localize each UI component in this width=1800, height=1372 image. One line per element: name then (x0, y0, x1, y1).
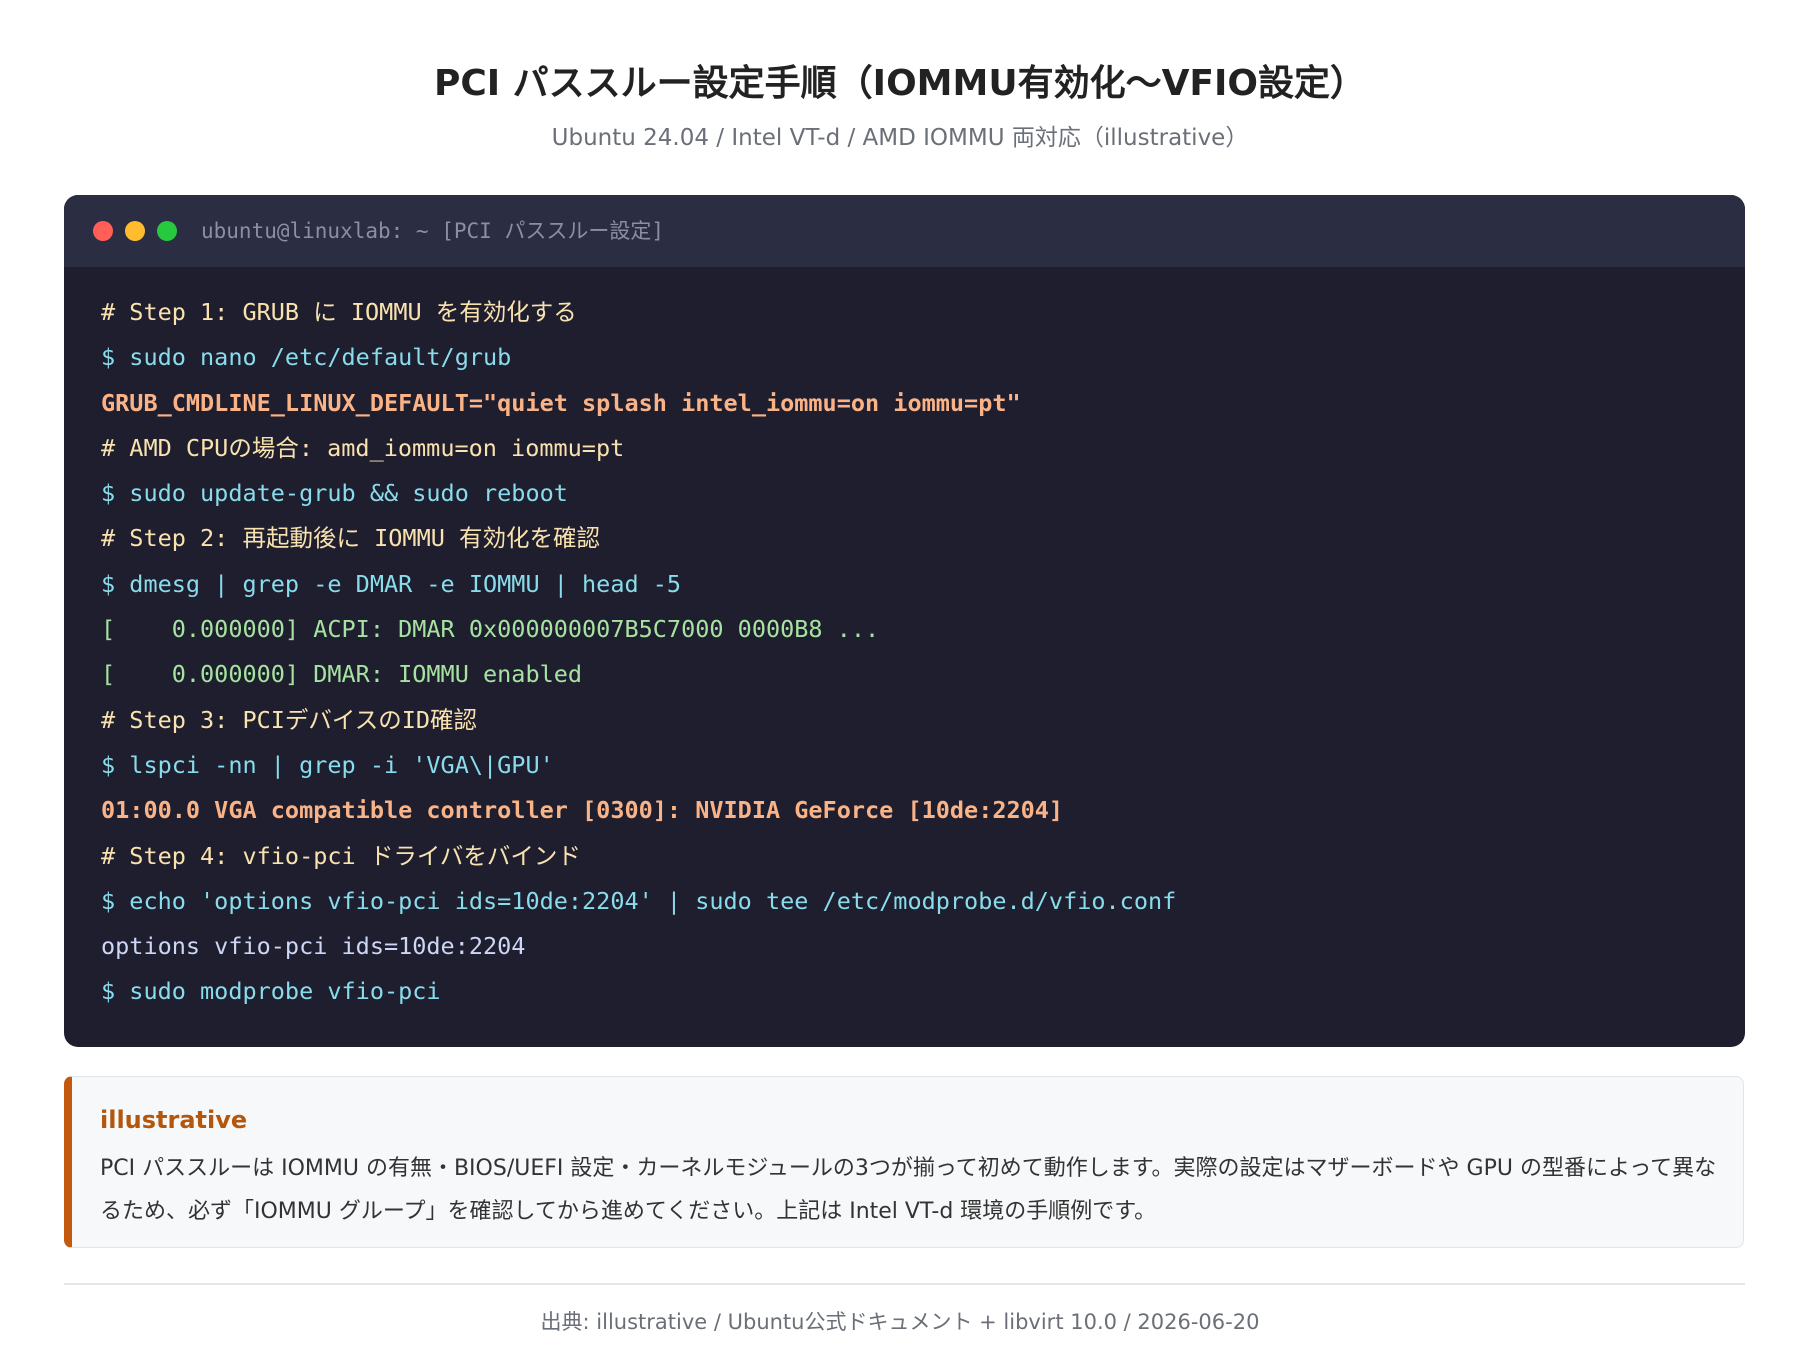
terminal-line: # AMD CPUの場合: amd_iommu=on iommu=pt (101, 433, 625, 462)
page-subtitle: Ubuntu 24.04 / Intel VT-d / AMD IOMMU 両対… (551, 125, 1249, 151)
note-box: illustrative PCI パススルーは IOMMU の有無・BIOS/U… (64, 1076, 1744, 1248)
terminal-line: # Step 1: GRUB に IOMMU を有効化する (101, 298, 577, 326)
terminal-title: ubuntu@linuxlab: ~ [PCI パススルー設定] (201, 219, 665, 243)
close-dot-icon[interactable] (93, 221, 113, 241)
page-title: PCI パススルー設定手順（IOMMU有効化〜VFIO設定） (433, 63, 1367, 104)
terminal-line: $ sudo modprobe vfio-pci (101, 977, 441, 1006)
terminal-line: $ sudo nano /etc/default/grub (101, 343, 512, 372)
maximize-dot-icon[interactable] (157, 221, 177, 241)
terminal-line: [ 0.000000] ACPI: DMAR 0x000000007B5C700… (101, 615, 880, 644)
terminal-line: options vfio-pci ids=10de:2204 (101, 932, 526, 961)
note-label: illustrative (100, 1106, 248, 1134)
terminal-line: $ dmesg | grep -e DMAR -e IOMMU | head -… (101, 569, 682, 598)
terminal-line: $ sudo update-grub && sudo reboot (101, 479, 568, 508)
footer-source: 出典: illustrative / Ubuntu公式ドキュメント + libv… (540, 1310, 1260, 1334)
terminal-line: $ lspci -nn | grep -i 'VGA\|GPU' (101, 750, 554, 779)
terminal-body[interactable]: # Step 1: GRUB に IOMMU を有効化する $ sudo nan… (101, 290, 1725, 1015)
terminal-titlebar: ubuntu@linuxlab: ~ [PCI パススルー設定] (64, 195, 1745, 267)
terminal-window: ubuntu@linuxlab: ~ [PCI パススルー設定] # Step … (64, 195, 1745, 1047)
terminal-line: $ echo 'options vfio-pci ids=10de:2204' … (101, 886, 1177, 915)
minimize-dot-icon[interactable] (125, 221, 145, 241)
terminal-line: # Step 4: vfio-pci ドライバをバインド (101, 841, 581, 870)
terminal-line: GRUB_CMDLINE_LINUX_DEFAULT="quiet splash… (101, 388, 1021, 417)
footer-divider (64, 1283, 1745, 1285)
terminal-line: # Step 3: PCIデバイスのID確認 (101, 705, 478, 734)
terminal-line: [ 0.000000] DMAR: IOMMU enabled (101, 660, 583, 689)
note-text: PCI パススルーは IOMMU の有無・BIOS/UEFI 設定・カーネルモジ… (100, 1156, 1717, 1224)
terminal-line: 01:00.0 VGA compatible controller [0300]… (101, 796, 1064, 825)
terminal-line: # Step 2: 再起動後に IOMMU 有効化を確認 (101, 524, 601, 553)
